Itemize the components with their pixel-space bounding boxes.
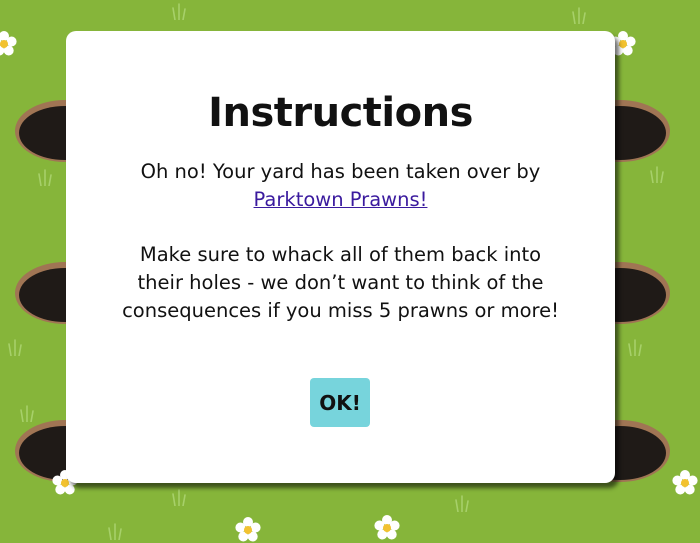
intro-text: Oh no! Your yard has been taken over by [140, 160, 541, 183]
ok-button[interactable]: OK! [310, 378, 370, 427]
instructions-modal: Instructions Oh no! Your yard has been t… [66, 31, 615, 483]
modal-title: Instructions [208, 90, 473, 136]
parktown-prawns-link[interactable]: Parktown Prawns! [254, 188, 428, 211]
instructions-paragraph: Make sure to whack all of them back into… [122, 243, 559, 322]
instructions-overlay: Instructions Oh no! Your yard has been t… [0, 0, 700, 542]
intro-paragraph: Oh no! Your yard has been taken over by … [116, 158, 565, 214]
